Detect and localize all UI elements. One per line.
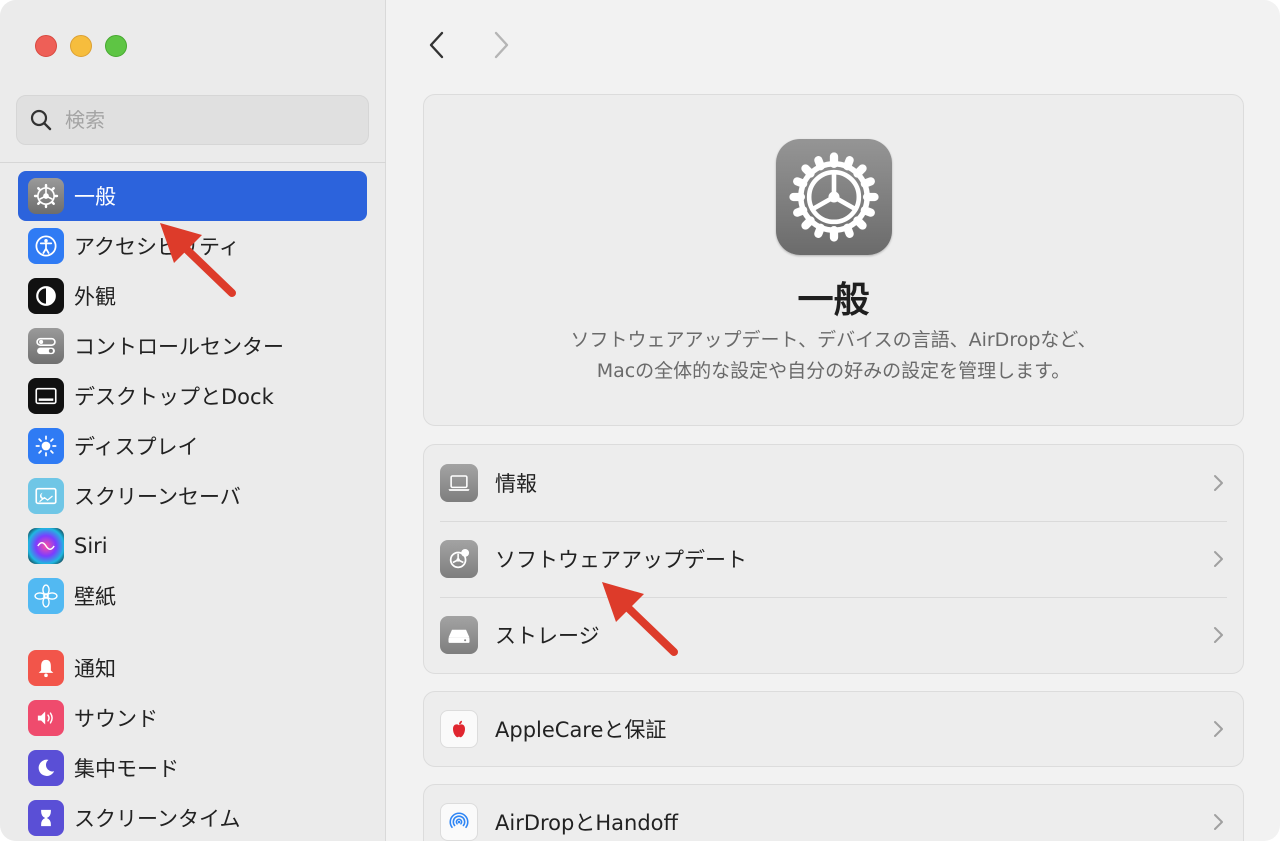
chevron-right-icon bbox=[1214, 627, 1223, 643]
chevron-right-icon bbox=[1214, 551, 1223, 567]
desktop-dock-icon bbox=[28, 378, 64, 414]
sidebar-section-gap bbox=[18, 621, 367, 643]
close-window-button[interactable] bbox=[35, 35, 57, 57]
sidebar-item-notifications[interactable]: 通知 bbox=[18, 643, 367, 693]
sidebar-item-label: サウンド bbox=[74, 707, 158, 731]
sidebar-item-sound[interactable]: サウンド bbox=[18, 693, 367, 743]
gear-badge-icon bbox=[440, 540, 478, 578]
zoom-window-button[interactable] bbox=[105, 35, 127, 57]
moon-icon bbox=[28, 750, 64, 786]
search-field[interactable] bbox=[16, 95, 369, 145]
sidebar-item-display[interactable]: ディスプレイ bbox=[18, 421, 367, 471]
appearance-icon bbox=[28, 278, 64, 314]
notification-bell-icon bbox=[28, 650, 64, 686]
sidebar-item-label: アクセシビリティ bbox=[74, 235, 240, 259]
sidebar-item-label: Siri bbox=[74, 534, 108, 558]
settings-group-applecare: AppleCareと保証 bbox=[423, 691, 1244, 767]
general-hero-panel: 一般 ソフトウェアアップデート、デバイスの言語、AirDropなど、 Macの全… bbox=[423, 94, 1244, 426]
search-icon bbox=[30, 109, 52, 131]
sidebar-item-label: 一般 bbox=[74, 185, 116, 209]
row-applecare[interactable]: AppleCareと保証 bbox=[424, 692, 1243, 766]
settings-group-device: 情報 ソフトウェアアップデート ストレージ bbox=[423, 444, 1244, 674]
page-title: 一般 bbox=[797, 280, 870, 321]
sidebar: 一般 アクセシビリティ bbox=[0, 0, 386, 841]
chevron-right-icon bbox=[1214, 721, 1223, 737]
wallpaper-flower-icon bbox=[28, 578, 64, 614]
sidebar-item-label: コントロールセンター bbox=[74, 335, 284, 359]
history-navigation bbox=[425, 30, 513, 60]
sidebar-item-focus[interactable]: 集中モード bbox=[18, 743, 367, 793]
row-label: 情報 bbox=[495, 472, 537, 496]
control-center-icon bbox=[28, 328, 64, 364]
gear-icon bbox=[776, 139, 892, 255]
row-label: AppleCareと保証 bbox=[495, 718, 667, 742]
settings-window: 一般 アクセシビリティ bbox=[0, 0, 1280, 841]
forward-chevron-icon[interactable] bbox=[489, 30, 513, 60]
sidebar-item-appearance[interactable]: 外観 bbox=[18, 271, 367, 321]
sidebar-item-control-center[interactable]: コントロールセンター bbox=[18, 321, 367, 371]
speaker-icon bbox=[28, 700, 64, 736]
sidebar-item-desktop-dock[interactable]: デスクトップとDock bbox=[18, 371, 367, 421]
page-description: ソフトウェアアップデート、デバイスの言語、AirDropなど、 Macの全体的な… bbox=[424, 325, 1243, 387]
settings-group-airdrop: AirDropとHandoff bbox=[423, 784, 1244, 841]
sidebar-item-label: 通知 bbox=[74, 657, 116, 681]
sidebar-item-general[interactable]: 一般 bbox=[18, 171, 367, 221]
siri-icon bbox=[28, 528, 64, 564]
gear-icon bbox=[28, 178, 64, 214]
page-description-line-1: ソフトウェアアップデート、デバイスの言語、AirDropなど、 bbox=[570, 329, 1097, 351]
row-software-update[interactable]: ソフトウェアアップデート bbox=[424, 521, 1243, 597]
back-chevron-icon[interactable] bbox=[425, 30, 449, 60]
sidebar-item-wallpaper[interactable]: 壁紙 bbox=[18, 571, 367, 621]
main-content: 一般 ソフトウェアアップデート、デバイスの言語、AirDropなど、 Macの全… bbox=[387, 0, 1280, 841]
apple-logo-icon bbox=[440, 710, 478, 748]
sidebar-item-label: 外観 bbox=[74, 285, 116, 309]
laptop-icon bbox=[440, 464, 478, 502]
airdrop-icon bbox=[440, 803, 478, 841]
sidebar-divider bbox=[0, 162, 386, 163]
row-label: ソフトウェアアップデート bbox=[495, 548, 747, 572]
sidebar-nav: 一般 アクセシビリティ 外観 コントロールセンター デスクトップとDock ディ… bbox=[18, 171, 367, 841]
sidebar-item-label: スクリーンセーバ bbox=[74, 485, 241, 509]
minimize-window-button[interactable] bbox=[70, 35, 92, 57]
chevron-right-icon bbox=[1214, 475, 1223, 491]
search-input[interactable] bbox=[65, 108, 345, 132]
sidebar-item-accessibility[interactable]: アクセシビリティ bbox=[18, 221, 367, 271]
page-description-line-2: Macの全体的な設定や自分の好みの設定を管理します。 bbox=[596, 360, 1071, 382]
sidebar-item-label: 集中モード bbox=[74, 757, 179, 781]
row-airdrop-handoff[interactable]: AirDropとHandoff bbox=[424, 785, 1243, 841]
row-label: AirDropとHandoff bbox=[495, 811, 678, 835]
sidebar-item-screensaver[interactable]: スクリーンセーバ bbox=[18, 471, 367, 521]
sidebar-item-label: ディスプレイ bbox=[74, 435, 199, 459]
row-label: ストレージ bbox=[495, 624, 600, 648]
sidebar-item-label: スクリーンタイム bbox=[74, 807, 241, 831]
sidebar-item-label: デスクトップとDock bbox=[74, 385, 274, 409]
row-storage[interactable]: ストレージ bbox=[424, 597, 1243, 673]
sidebar-item-label: 壁紙 bbox=[74, 585, 116, 609]
accessibility-icon bbox=[28, 228, 64, 264]
storage-drive-icon bbox=[440, 616, 478, 654]
chevron-right-icon bbox=[1214, 814, 1223, 830]
screensaver-icon bbox=[28, 478, 64, 514]
hourglass-icon bbox=[28, 800, 64, 836]
window-controls bbox=[35, 35, 127, 57]
row-about[interactable]: 情報 bbox=[424, 445, 1243, 521]
display-brightness-icon bbox=[28, 428, 64, 464]
sidebar-item-siri[interactable]: Siri bbox=[18, 521, 367, 571]
sidebar-item-screen-time[interactable]: スクリーンタイム bbox=[18, 793, 367, 841]
